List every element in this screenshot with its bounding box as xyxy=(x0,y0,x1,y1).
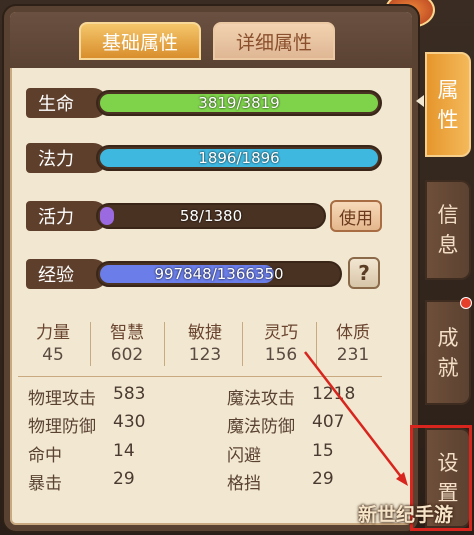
stat-magic-attack: 魔法攻击 1218 xyxy=(227,384,355,409)
attr-value: 602 xyxy=(110,345,144,365)
attr-name: 敏捷 xyxy=(188,323,222,343)
side-tab-label: 性 xyxy=(437,107,459,132)
stat-value: 14 xyxy=(113,441,135,461)
attr-value: 45 xyxy=(42,345,64,365)
stat-name: 魔法攻击 xyxy=(227,389,295,409)
active-tab-pointer-icon xyxy=(416,95,424,107)
panel-header xyxy=(10,12,412,68)
mp-value: 1896/1896 xyxy=(198,149,280,167)
attr-dexterity: 灵巧 156 xyxy=(246,318,316,365)
mp-bar: 1896/1896 xyxy=(96,145,382,171)
stat-critical: 暴击 29 xyxy=(28,469,135,494)
attr-value: 123 xyxy=(188,345,222,365)
attr-value: 156 xyxy=(264,345,298,365)
side-tab-achievements[interactable]: 成 就 xyxy=(425,300,471,405)
side-tab-label: 属 xyxy=(437,77,459,102)
side-tab-label: 就 xyxy=(437,355,459,380)
tab-detailed-attributes[interactable]: 详细属性 xyxy=(213,22,335,60)
stat-value: 29 xyxy=(312,469,334,489)
stat-magic-defense: 魔法防御 407 xyxy=(227,412,344,437)
stat-name: 闪避 xyxy=(227,446,261,466)
side-tab-label: 成 xyxy=(437,325,459,350)
stat-value: 29 xyxy=(113,469,135,489)
attr-agility: 敏捷 123 xyxy=(170,318,240,365)
tab-basic-attributes[interactable]: 基础属性 xyxy=(79,22,201,60)
stat-physical-defense: 物理防御 430 xyxy=(28,412,145,437)
exp-value: 997848/1366350 xyxy=(154,265,284,283)
stat-name: 暴击 xyxy=(28,474,62,494)
stat-name: 命中 xyxy=(28,446,62,466)
stat-physical-attack: 物理攻击 583 xyxy=(28,384,145,409)
attr-name: 灵巧 xyxy=(264,323,298,343)
stat-name: 物理防御 xyxy=(28,417,96,437)
stat-value: 430 xyxy=(113,412,146,432)
stat-block: 格挡 29 xyxy=(227,469,334,494)
stat-accuracy: 命中 14 xyxy=(28,441,135,466)
divider xyxy=(316,322,317,366)
attr-name: 力量 xyxy=(36,323,70,343)
stat-name: 物理攻击 xyxy=(28,389,96,409)
stat-name: 格挡 xyxy=(227,474,261,494)
stat-name: 魔法防御 xyxy=(227,417,295,437)
side-tab-attributes[interactable]: 属 性 xyxy=(425,52,471,157)
side-tab-label: 信 xyxy=(437,203,459,227)
side-tab-label: 息 xyxy=(437,233,459,257)
divider xyxy=(242,322,243,366)
vitality-value: 58/1380 xyxy=(179,207,243,225)
side-tab-info[interactable]: 信 息 xyxy=(425,180,471,280)
primary-attributes: 力量 45 智慧 602 敏捷 123 灵巧 156 体质 231 xyxy=(18,318,382,370)
attr-constitution: 体质 231 xyxy=(318,318,388,365)
stat-value: 1218 xyxy=(312,384,356,404)
attr-wisdom: 智慧 602 xyxy=(92,318,162,365)
attr-value: 231 xyxy=(336,345,370,365)
hp-value: 3819/3819 xyxy=(198,94,280,112)
stat-value: 583 xyxy=(113,384,146,404)
vitality-bar: 58/1380 xyxy=(96,203,326,229)
divider xyxy=(164,322,165,366)
stat-dodge: 闪避 15 xyxy=(227,441,334,466)
attr-name: 体质 xyxy=(336,323,370,343)
notification-dot-icon xyxy=(460,297,472,309)
attr-strength: 力量 45 xyxy=(18,318,88,365)
stat-value: 407 xyxy=(312,412,345,432)
watermark: 新世纪手游 xyxy=(358,504,454,526)
help-button[interactable]: ? xyxy=(348,257,380,289)
hp-bar: 3819/3819 xyxy=(96,90,382,116)
use-button[interactable]: 使用 xyxy=(330,200,382,232)
divider xyxy=(90,322,91,366)
section-divider xyxy=(18,376,382,377)
stat-value: 15 xyxy=(312,441,334,461)
attr-name: 智慧 xyxy=(110,323,144,343)
exp-bar: 997848/1366350 xyxy=(96,261,342,287)
